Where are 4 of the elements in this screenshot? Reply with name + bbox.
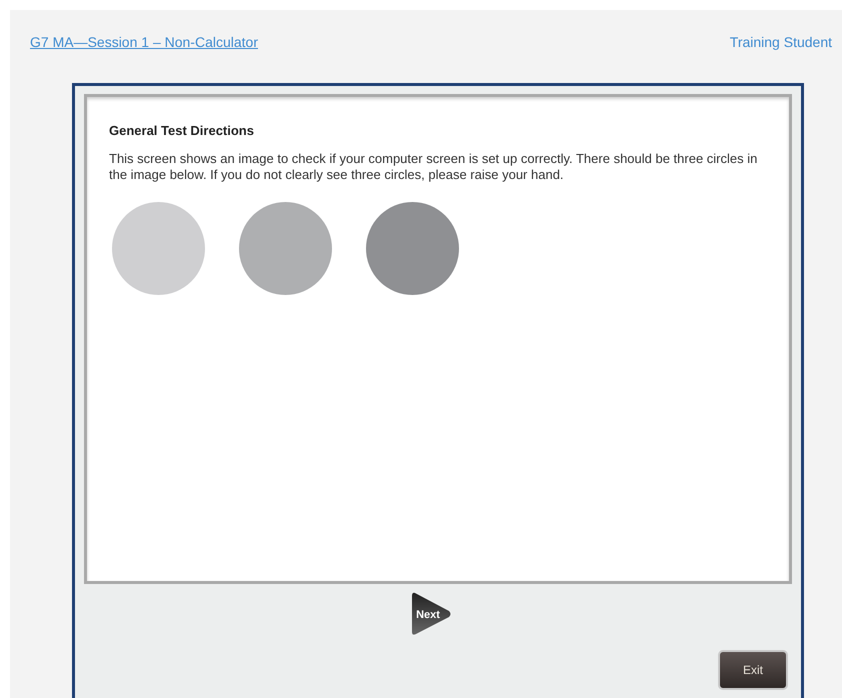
directions-heading: General Test Directions [109, 122, 255, 140]
user-name: Training Student [730, 33, 832, 52]
directions-text: This screen shows an image to check if your computer screen is set up correctly. There should be three circles in the image below. If you do not clearly see three circles, please raise your hand. [109, 150, 758, 184]
exit-button[interactable]: Exit [718, 650, 788, 690]
